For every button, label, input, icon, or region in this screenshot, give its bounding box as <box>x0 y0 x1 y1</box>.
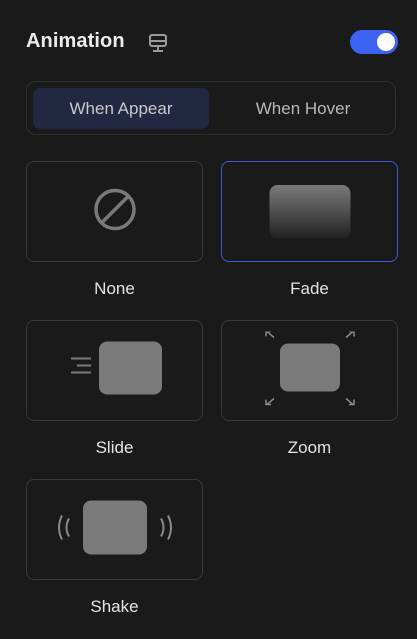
option-none-label: None <box>94 279 135 298</box>
option-shake-card[interactable] <box>26 479 203 580</box>
option-slide-label: Slide <box>95 438 134 457</box>
option-none: None <box>26 161 203 299</box>
animation-header: Animation <box>26 28 398 56</box>
option-slide: Slide <box>26 320 203 458</box>
option-fade-label: Fade <box>290 279 329 298</box>
shake-icon <box>55 499 175 560</box>
no-symbol-icon <box>92 186 138 237</box>
tab-when-hover[interactable]: When Hover <box>215 88 391 129</box>
tab-when-appear[interactable]: When Appear <box>33 88 209 129</box>
option-shake-label: Shake <box>90 597 139 616</box>
option-zoom-card[interactable] <box>221 320 398 421</box>
slide-icon <box>67 340 163 401</box>
fade-gradient-icon <box>269 184 350 239</box>
option-zoom-label: Zoom <box>287 438 332 457</box>
trigger-tabs: When Appear When Hover <box>26 81 396 135</box>
toggle-knob <box>377 33 395 51</box>
option-shake: Shake <box>26 479 203 617</box>
animation-toggle[interactable] <box>350 30 398 54</box>
option-zoom: Zoom <box>221 320 398 458</box>
animation-panel: Animation When Appear When Hover None Fa… <box>0 0 417 639</box>
option-none-card[interactable] <box>26 161 203 262</box>
desktop-monitor-icon[interactable] <box>147 32 169 54</box>
option-slide-card[interactable] <box>26 320 203 421</box>
option-fade-card[interactable] <box>221 161 398 262</box>
zoom-icon <box>264 330 356 410</box>
option-fade: Fade <box>221 161 398 299</box>
section-title: Animation <box>26 30 125 52</box>
